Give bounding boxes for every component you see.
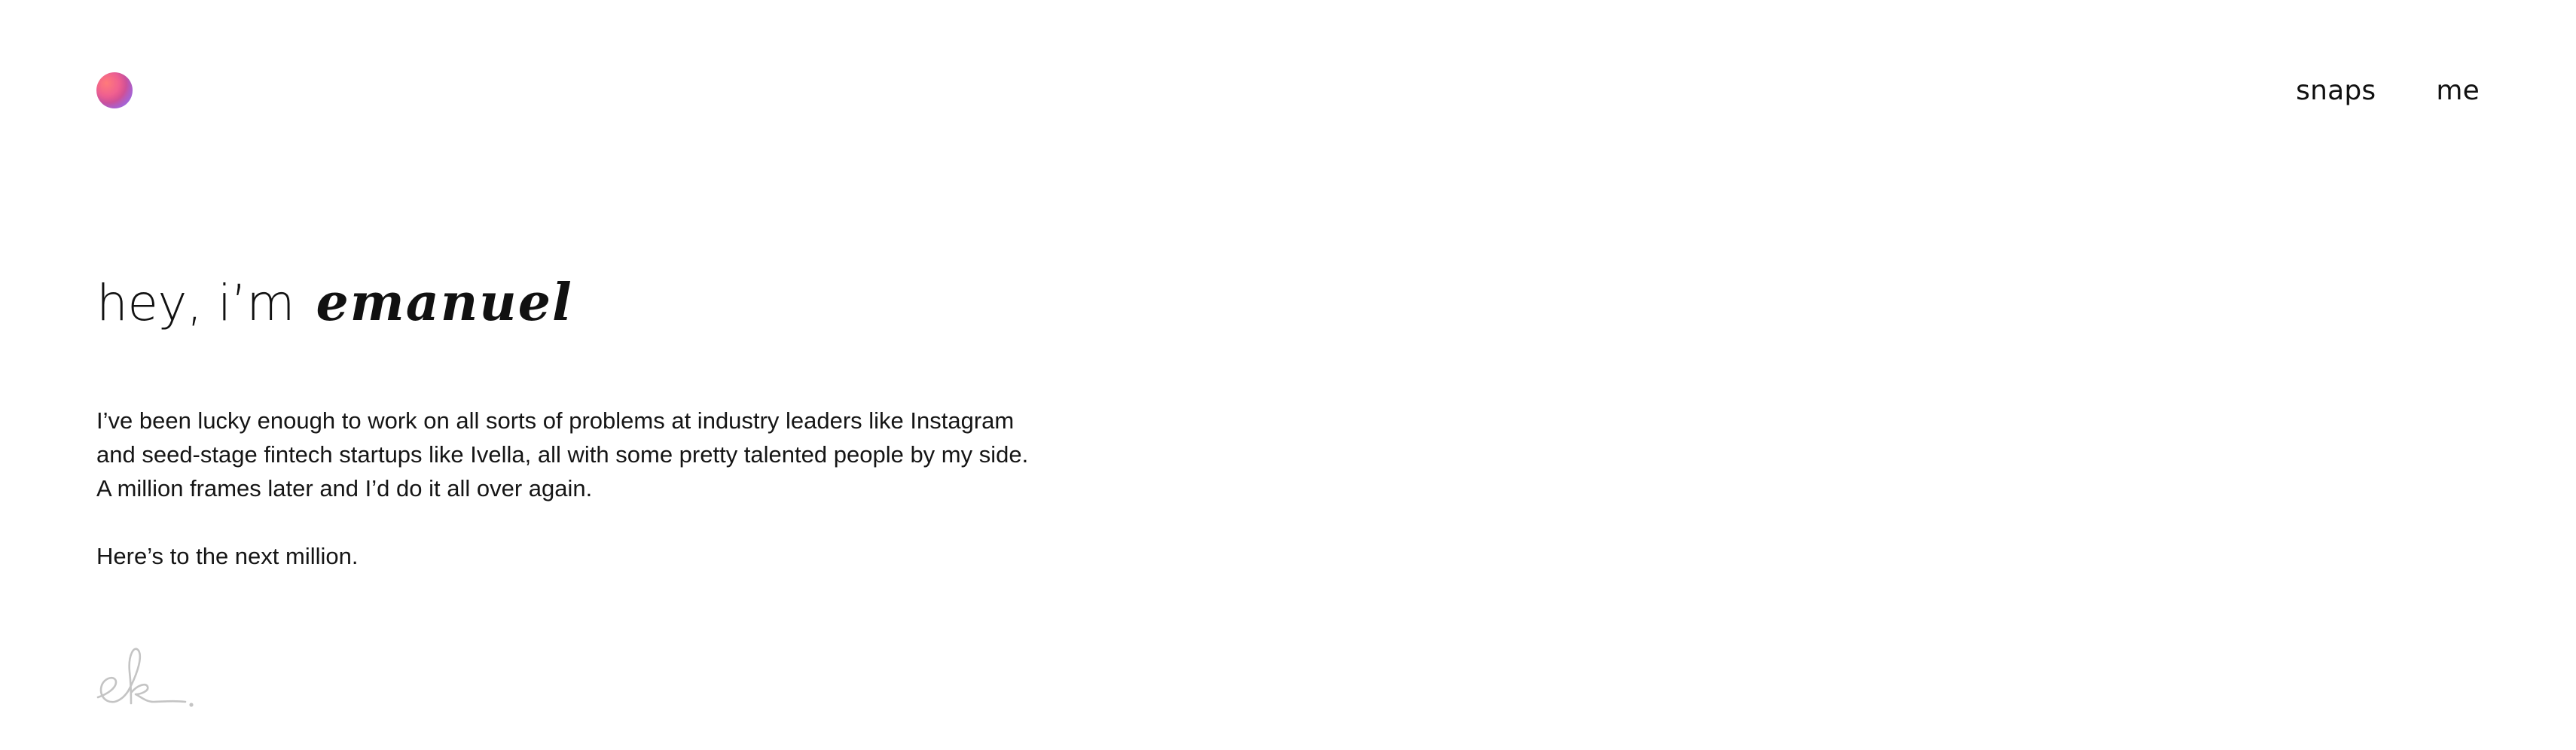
- signature-logo: [96, 648, 194, 707]
- bio-closing: Here’s to the next million.: [96, 543, 359, 569]
- bio-paragraph: I’ve been lucky enough to work on all so…: [96, 404, 1151, 505]
- hero-greeting: hey, i’m: [96, 274, 295, 332]
- nav-link-me[interactable]: me: [2436, 75, 2480, 106]
- hero-heading: hey, i’m emanuel: [96, 273, 573, 333]
- nav-link-snaps[interactable]: snaps: [2296, 75, 2376, 106]
- logo-orb-icon[interactable]: [96, 72, 133, 108]
- hero-name: emanuel: [316, 273, 573, 333]
- top-nav: snaps me: [2296, 72, 2480, 108]
- bio-line: and seed-stage fintech startups like Ive…: [96, 441, 1029, 468]
- bio-line: A million frames later and I’d do it all…: [96, 475, 593, 502]
- bio-line: I’ve been lucky enough to work on all so…: [96, 407, 1015, 434]
